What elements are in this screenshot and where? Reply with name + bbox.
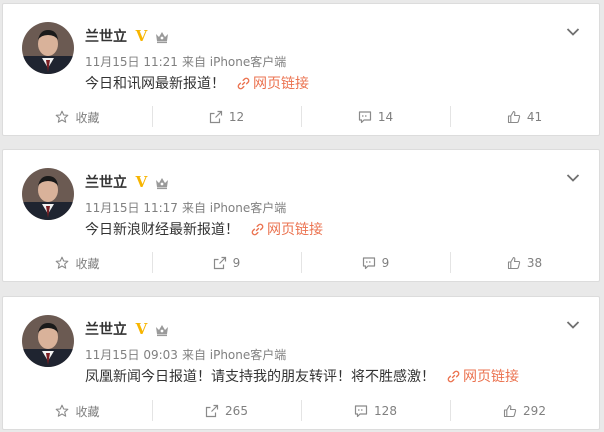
post-meta: 11月15日 11:21 来自 iPhone客户端 xyxy=(85,53,286,70)
repost-count: 12 xyxy=(228,110,245,124)
like-button[interactable]: 292 xyxy=(450,393,599,429)
favorite-button[interactable]: 收藏 xyxy=(3,245,152,281)
thumbs-up-icon xyxy=(507,110,520,124)
weibo-post: 兰世立 V 11月15日 11:21 来自 iPhone客户端 今日和讯网最新报道… xyxy=(2,3,600,136)
repost-count: 9 xyxy=(232,256,241,270)
comment-bubble-icon xyxy=(358,111,371,124)
chevron-down-icon[interactable] xyxy=(566,22,580,36)
comment-count: 14 xyxy=(377,110,394,124)
favorite-button[interactable]: 收藏 xyxy=(3,99,152,135)
post-source: 来自 iPhone客户端 xyxy=(181,348,287,362)
thumbs-up-icon xyxy=(503,404,517,418)
star-icon xyxy=(56,110,69,123)
comment-count: 9 xyxy=(381,256,390,270)
favorite-button[interactable]: 收藏 xyxy=(3,393,152,429)
avatar[interactable] xyxy=(22,22,74,74)
share-arrow-icon xyxy=(205,404,219,418)
member-crown-icon[interactable] xyxy=(154,322,170,337)
like-count: 38 xyxy=(526,256,543,270)
comment-bubble-icon xyxy=(354,405,368,418)
like-count: 41 xyxy=(526,110,543,124)
web-link[interactable]: 网页链接 xyxy=(267,219,323,239)
verified-v-icon[interactable]: V xyxy=(134,28,149,43)
post-time[interactable]: 11月15日 11:17 xyxy=(85,201,178,215)
weibo-post: 兰世立 V 11月15日 09:03 来自 iPhone客户端 凤凰新闻今日报道！… xyxy=(2,296,600,430)
link-icon[interactable] xyxy=(237,77,250,90)
comment-bubble-icon xyxy=(362,257,375,270)
weibo-post: 兰世立 V 11月15日 11:17 来自 iPhone客户端 今日新浪财经最新报… xyxy=(2,149,600,282)
share-arrow-icon xyxy=(209,110,222,124)
post-content: 今日新浪财经最新报道！ 网页链接 xyxy=(85,219,323,239)
comment-count: 128 xyxy=(374,404,397,418)
thumbs-up-icon xyxy=(507,256,520,270)
post-text: 今日新浪财经最新报道！ xyxy=(85,222,239,238)
post-meta: 11月15日 09:03 来自 iPhone客户端 xyxy=(85,346,286,363)
repost-button[interactable]: 265 xyxy=(152,393,301,429)
post-time[interactable]: 11月15日 11:21 xyxy=(85,55,178,69)
share-arrow-icon xyxy=(213,256,226,270)
post-content: 凤凰新闻今日报道！请支持我的朋友转评！将不胜感激！ 网页链接 xyxy=(85,366,519,386)
link-icon[interactable] xyxy=(447,370,460,383)
comment-button[interactable]: 14 xyxy=(301,99,450,135)
action-bar: 收藏 12 14 41 xyxy=(3,99,599,135)
author-row: 兰世立 V xyxy=(85,320,170,338)
member-crown-icon[interactable] xyxy=(154,29,170,44)
star-icon xyxy=(56,404,69,417)
comment-button[interactable]: 9 xyxy=(301,245,450,281)
like-button[interactable]: 38 xyxy=(450,245,599,281)
post-time[interactable]: 11月15日 09:03 xyxy=(85,348,178,362)
post-text: 凤凰新闻今日报道！请支持我的朋友转评！将不胜感激！ xyxy=(85,369,435,385)
verified-v-icon[interactable]: V xyxy=(134,174,149,189)
author-row: 兰世立 V xyxy=(85,173,170,191)
like-count: 292 xyxy=(523,404,546,418)
web-link[interactable]: 网页链接 xyxy=(463,366,519,386)
author-row: 兰世立 V xyxy=(85,27,170,45)
action-bar: 收藏 265 128 292 xyxy=(3,393,599,429)
link-icon[interactable] xyxy=(251,223,264,236)
chevron-down-icon[interactable] xyxy=(566,168,580,182)
action-bar: 收藏 9 9 38 xyxy=(3,245,599,281)
star-icon xyxy=(56,256,69,269)
post-content: 今日和讯网最新报道！ 网页链接 xyxy=(85,73,309,93)
author-name[interactable]: 兰世立 xyxy=(85,26,127,46)
chevron-down-icon[interactable] xyxy=(566,315,580,329)
author-name[interactable]: 兰世立 xyxy=(85,172,127,192)
post-source: 来自 iPhone客户端 xyxy=(181,55,287,69)
web-link[interactable]: 网页链接 xyxy=(253,73,309,93)
avatar[interactable] xyxy=(22,168,74,220)
favorite-label: 收藏 xyxy=(75,110,100,125)
avatar[interactable] xyxy=(22,315,74,367)
member-crown-icon[interactable] xyxy=(154,175,170,190)
like-button[interactable]: 41 xyxy=(450,99,599,135)
repost-count: 265 xyxy=(225,404,248,418)
favorite-label: 收藏 xyxy=(75,256,100,271)
repost-button[interactable]: 9 xyxy=(152,245,301,281)
post-meta: 11月15日 11:17 来自 iPhone客户端 xyxy=(85,199,286,216)
repost-button[interactable]: 12 xyxy=(152,99,301,135)
post-text: 今日和讯网最新报道！ xyxy=(85,76,225,92)
author-name[interactable]: 兰世立 xyxy=(85,319,127,339)
comment-button[interactable]: 128 xyxy=(301,393,450,429)
verified-v-icon[interactable]: V xyxy=(134,321,149,336)
favorite-label: 收藏 xyxy=(75,404,100,419)
post-source: 来自 iPhone客户端 xyxy=(181,201,287,215)
